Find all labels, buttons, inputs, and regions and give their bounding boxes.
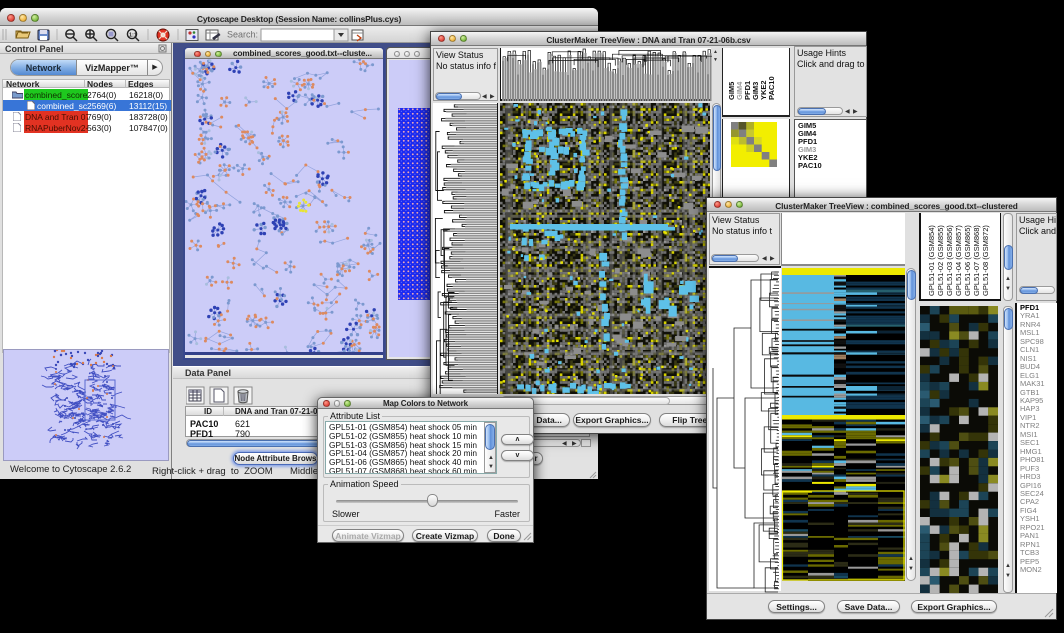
svg-text:1:1: 1:1 bbox=[129, 33, 137, 39]
svg-text:Search:: Search: bbox=[227, 30, 258, 40]
